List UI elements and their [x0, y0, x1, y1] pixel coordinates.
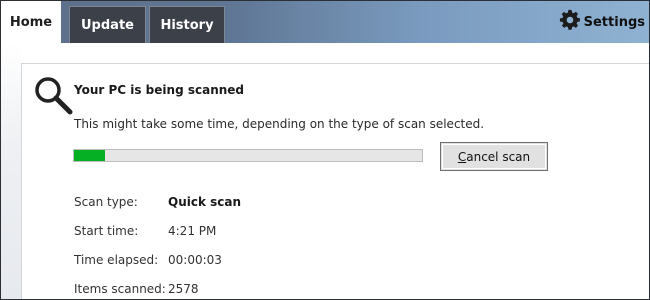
start-time-label: Start time: [74, 224, 139, 238]
tab-update[interactable]: Update [69, 6, 146, 43]
scan-type-label: Scan type: [74, 195, 138, 209]
defender-window: Home Update History Settings Your PC is … [0, 0, 650, 300]
items-scanned-value: 2578 [168, 282, 199, 296]
time-elapsed-value: 00:00:03 [168, 253, 222, 267]
cancel-scan-button[interactable]: Cancel scan [440, 142, 548, 171]
gear-icon [559, 9, 581, 35]
tab-bar: Home Update History Settings [1, 1, 649, 43]
scan-description: This might take some time, depending on … [74, 117, 485, 131]
scan-progress-bar [73, 149, 423, 162]
start-time-value: 4:21 PM [168, 224, 217, 238]
items-scanned-label: Items scanned: [74, 282, 166, 296]
tab-home[interactable]: Home [1, 1, 61, 43]
progress-fill [74, 150, 106, 161]
settings-button[interactable]: Settings [559, 9, 645, 35]
cancel-mnemonic: C [457, 149, 467, 164]
tab-history[interactable]: History [149, 6, 225, 43]
scan-title: Your PC is being scanned [74, 83, 245, 97]
scan-type-value: Quick scan [168, 195, 242, 209]
magnifier-icon [33, 75, 73, 119]
left-margin [1, 43, 21, 299]
time-elapsed-label: Time elapsed: [74, 253, 159, 267]
cancel-label: ancel scan [466, 149, 531, 164]
settings-label: Settings [583, 14, 645, 30]
